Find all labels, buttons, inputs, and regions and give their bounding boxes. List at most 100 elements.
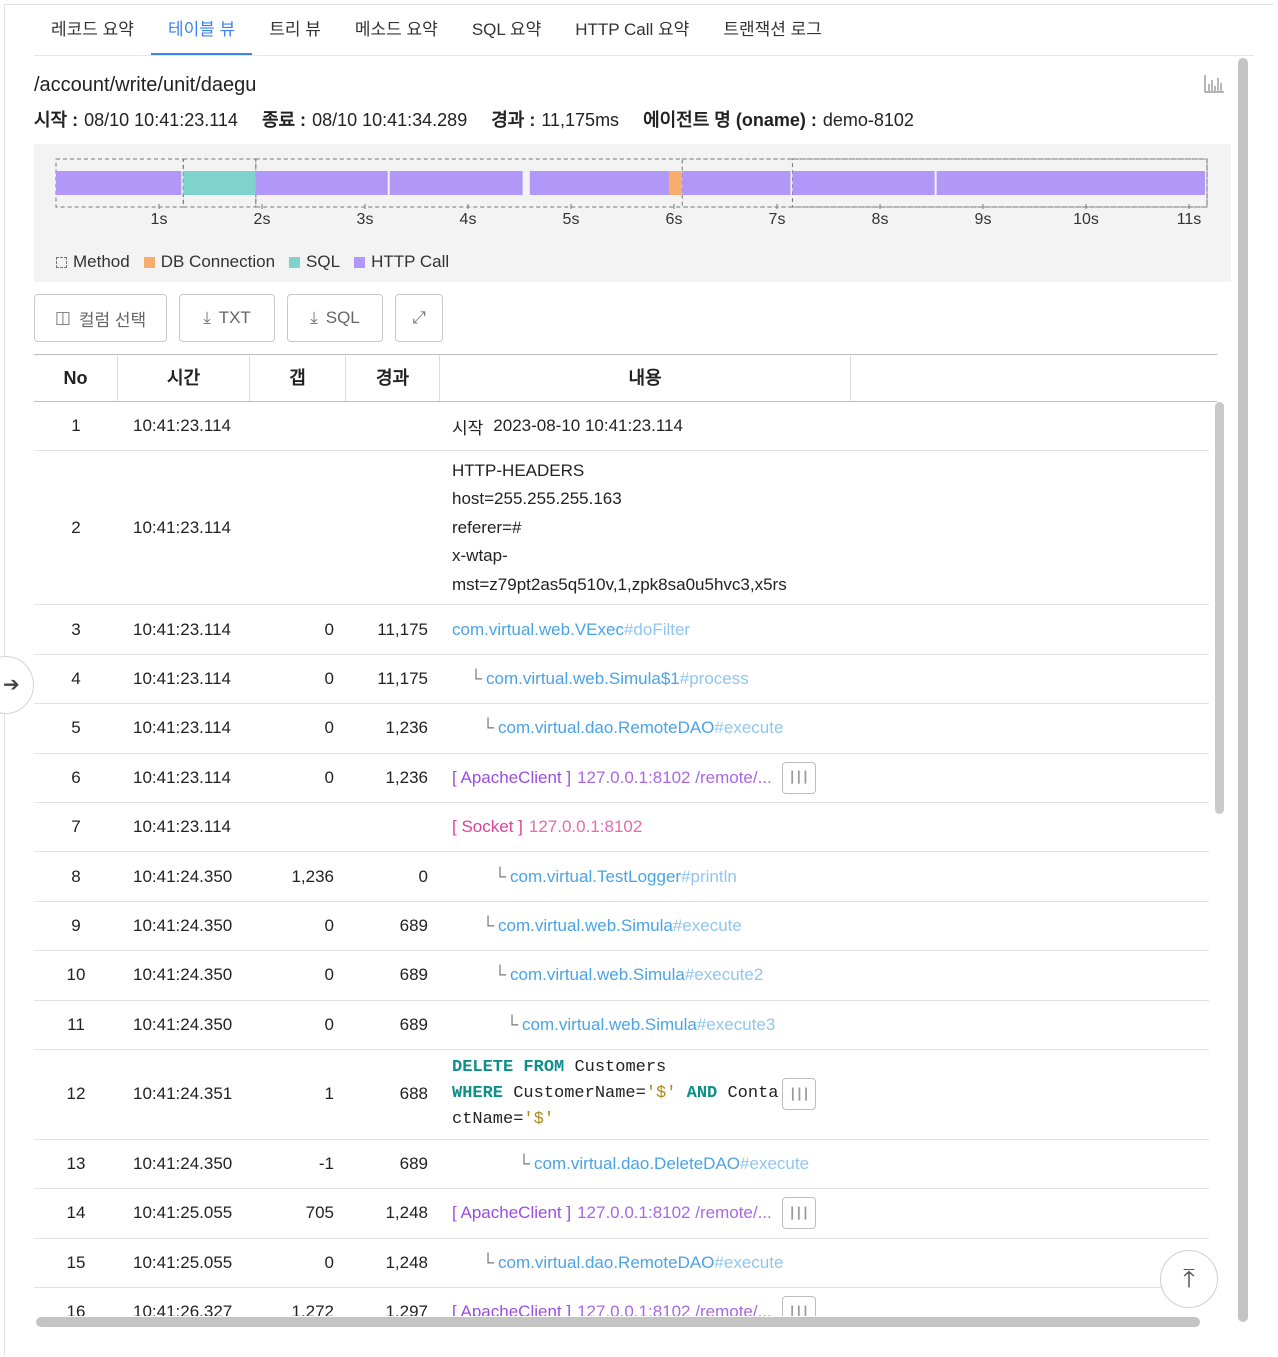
table-scrollbar[interactable] xyxy=(1212,402,1226,1312)
row-no: 3 xyxy=(71,619,81,639)
bar-chart-icon[interactable]: ┃┃┃ xyxy=(781,1296,816,1316)
method-name-link[interactable]: #process xyxy=(680,669,749,689)
bar-chart-icon[interactable]: ┃┃┃ xyxy=(782,1078,817,1111)
row-gap xyxy=(250,451,334,604)
timeline-http-bar-1[interactable] xyxy=(255,171,388,195)
tab-4[interactable]: SQL 요약 xyxy=(455,12,558,56)
timeline-http-bar-3[interactable] xyxy=(529,171,672,195)
timeline-sql-bar[interactable] xyxy=(183,171,256,195)
method-name-link[interactable]: #execute2 xyxy=(685,965,763,985)
row-content: └ com.virtual.web.Simula #execute2 xyxy=(452,951,1212,999)
bar-chart-icon[interactable]: ┃┃┃ xyxy=(781,1197,816,1230)
method-class-link[interactable]: com.virtual.dao.RemoteDAO xyxy=(498,1253,714,1273)
method-class-link[interactable]: com.virtual.web.Simula xyxy=(510,965,685,985)
page-scrollbar-thumb[interactable] xyxy=(1238,58,1248,1322)
method-name-link[interactable]: #execute xyxy=(740,1154,809,1174)
method-name-link[interactable]: #execute xyxy=(673,916,742,936)
tab-5[interactable]: HTTP Call 요약 xyxy=(558,12,706,56)
method-class-link[interactable]: com.virtual.web.VExec xyxy=(452,620,624,640)
header-line: mst=z79pt2as5q510v,1,zpk8sa0u5hvc3,x5rs xyxy=(452,574,787,594)
method-class-link[interactable]: com.virtual.TestLogger xyxy=(510,867,681,887)
legend-label: Method xyxy=(73,252,130,271)
method-class-link[interactable]: com.virtual.web.Simula$1 xyxy=(486,669,680,689)
tab-0[interactable]: 레코드 요약 xyxy=(34,12,151,56)
method-name-link[interactable]: #doFilter xyxy=(624,620,690,640)
http-call-target[interactable]: 127.0.0.1:8102 /remote/... xyxy=(577,768,772,788)
timeline-tick-label: 2s xyxy=(254,211,271,228)
apache-client-tag: [ ApacheClient ] xyxy=(452,1203,572,1223)
sql-text: Conta xyxy=(727,1084,779,1104)
col-header-content[interactable]: 내용 xyxy=(440,355,851,401)
method-name-link[interactable]: #execute xyxy=(714,718,783,738)
table-row[interactable]: 11 10:41:24.350 0 689 └ com.virtual.web.Simul… xyxy=(34,1001,1209,1050)
sql-text: ctName= xyxy=(452,1110,524,1130)
col-header-no[interactable]: No xyxy=(34,355,118,401)
table-row[interactable]: 7 10:41:23.114[ Socket ] 127.0.0.1:8102 xyxy=(34,803,1209,853)
table-scrollbar-thumb[interactable] xyxy=(1215,402,1224,814)
method-name-link[interactable]: #println xyxy=(681,867,737,887)
method-name-link[interactable]: #execute3 xyxy=(697,1015,775,1035)
http-call-target[interactable]: 127.0.0.1:8102 /remote/... xyxy=(577,1203,772,1223)
timeline-panel: 1s 2s 3s 4s 5s 6s 7s 8s 9s 10s 11s Method DB Connec… xyxy=(34,144,1231,282)
timeline-http-bar-2[interactable] xyxy=(389,171,523,195)
table-row[interactable]: 10 10:41:24.350 0 689 └ com.virtual.web.Simul… xyxy=(34,951,1212,1001)
table-row[interactable]: 14 10:41:25.055 705 1,248[ ApacheClient ] 12… xyxy=(34,1189,1209,1239)
row-no: 13 xyxy=(66,1154,86,1174)
expand-button[interactable]: ⤢ xyxy=(395,294,443,342)
table-row[interactable]: 1 10:41:23.114 시작 2023-08-10 10:41:23.114 xyxy=(34,402,1209,452)
tab-3[interactable]: 메소드 요약 xyxy=(338,12,455,56)
tab-2[interactable]: 트리 뷰 xyxy=(252,12,338,56)
method-class-link[interactable]: com.virtual.dao.DeleteDAO xyxy=(534,1154,740,1174)
http-call-target[interactable]: 127.0.0.1:8102 /remote/... xyxy=(577,1302,772,1316)
start-info: 시작 :08/10 10:41:23.114 xyxy=(34,110,238,130)
col-header-elapsed[interactable]: 경과 xyxy=(346,355,440,401)
table-row[interactable]: 13 10:41:24.350 -1 689 └ com.virtual.dao.Dele… xyxy=(34,1140,1209,1190)
bar-chart-icon[interactable]: ┃┃┃ xyxy=(781,761,816,794)
column-select-button[interactable]: ◫ 컬럼 선택 xyxy=(34,294,167,342)
table-row[interactable]: 4 10:41:23.114 0 11,175 └ com.virtual.web.Sim… xyxy=(34,655,1209,705)
horizontal-scrollbar-thumb[interactable] xyxy=(36,1317,1200,1327)
table-row[interactable]: 6 10:41:23.114 0 1,236[ ApacheClient ] 127.0… xyxy=(34,754,1209,803)
table-row[interactable]: 15 10:41:25.055 0 1,248 └ com.virtual.dao.Rem… xyxy=(34,1239,1209,1289)
method-class-link[interactable]: com.virtual.web.Simula xyxy=(522,1015,697,1035)
row-gap xyxy=(250,803,334,851)
method-class-link[interactable]: com.virtual.dao.RemoteDAO xyxy=(498,718,714,738)
agent-info: 에이전트 명 (oname) : demo-8102 xyxy=(643,110,914,130)
method-class-link[interactable]: com.virtual.web.Simula xyxy=(498,916,673,936)
table-row[interactable]: 2 10:41:23.114 HTTP-HEADERS host=255.255.25… xyxy=(34,451,1209,606)
timeline-legend: Method DB Connection SQL HTTP Call xyxy=(56,252,449,272)
legend-item-0: Method xyxy=(56,252,130,272)
timeline-tick-label: 11s xyxy=(1177,211,1202,228)
apache-client-tag: [ ApacheClient ] xyxy=(452,1302,572,1316)
col-header-gap[interactable]: 갭 xyxy=(250,355,346,401)
bar-chart-icon[interactable] xyxy=(1203,74,1225,94)
timeline-http-bar-6[interactable] xyxy=(936,171,1206,195)
row-elapsed: 689 xyxy=(399,965,428,985)
method-name-link[interactable]: #execute xyxy=(714,1253,783,1273)
row-content: DELETE FROM Customers WHERE CustomerName=… xyxy=(452,1050,1212,1139)
timeline-http-bar-4[interactable] xyxy=(682,171,791,195)
col-header-time[interactable]: 시간 xyxy=(118,355,250,401)
timeline-http-bar-5[interactable] xyxy=(792,171,935,195)
tab-6[interactable]: 트랜잭션 로그 xyxy=(706,12,839,56)
table-row[interactable]: 3 10:41:23.114 0 11,175 com.virtual.web.VExe… xyxy=(34,605,1212,655)
timeline-db-bar[interactable] xyxy=(668,171,682,195)
table-row[interactable]: 12 10:41:24.351 1 688 DELETE FROM Customers W… xyxy=(34,1050,1209,1140)
horizontal-scrollbar[interactable] xyxy=(34,1316,1234,1328)
download-sql-button[interactable]: ⤓ SQL xyxy=(287,294,383,342)
sql-statement[interactable]: DELETE FROM Customers WHERE CustomerName=… xyxy=(452,1055,778,1133)
row-gap: 1,272 xyxy=(291,1302,334,1316)
table-row[interactable]: 8 10:41:24.350 1,236 0 └ com.virtual.TestLogg… xyxy=(34,852,1209,902)
timeline-chart[interactable]: 1s 2s 3s 4s 5s 6s 7s 8s 9s 10s 11s xyxy=(34,144,1231,244)
tab-1[interactable]: 테이블 뷰 xyxy=(150,12,253,56)
row-content: com.virtual.web.VExec #doFilter xyxy=(452,605,1212,653)
table-row[interactable]: 5 10:41:23.114 0 1,236 └ com.virtual.dao.Remo… xyxy=(34,704,1209,754)
timeline-http-bar-0[interactable] xyxy=(56,171,182,195)
table-header: No 시간 갭 경과 내용 xyxy=(34,354,1217,402)
table-row[interactable]: 16 10:41:26.327 1,272 1,297[ ApacheClient ]… xyxy=(34,1288,1209,1316)
page-scrollbar[interactable] xyxy=(1236,58,1250,1324)
table-row[interactable]: 9 10:41:24.350 0 689 └ com.virtual.web.Simula… xyxy=(34,902,1209,952)
scroll-to-top-button[interactable]: ⤒ xyxy=(1160,1250,1218,1308)
download-txt-button[interactable]: ⤓ TXT xyxy=(179,294,275,342)
header-line: host=255.255.255.163 xyxy=(452,489,622,509)
